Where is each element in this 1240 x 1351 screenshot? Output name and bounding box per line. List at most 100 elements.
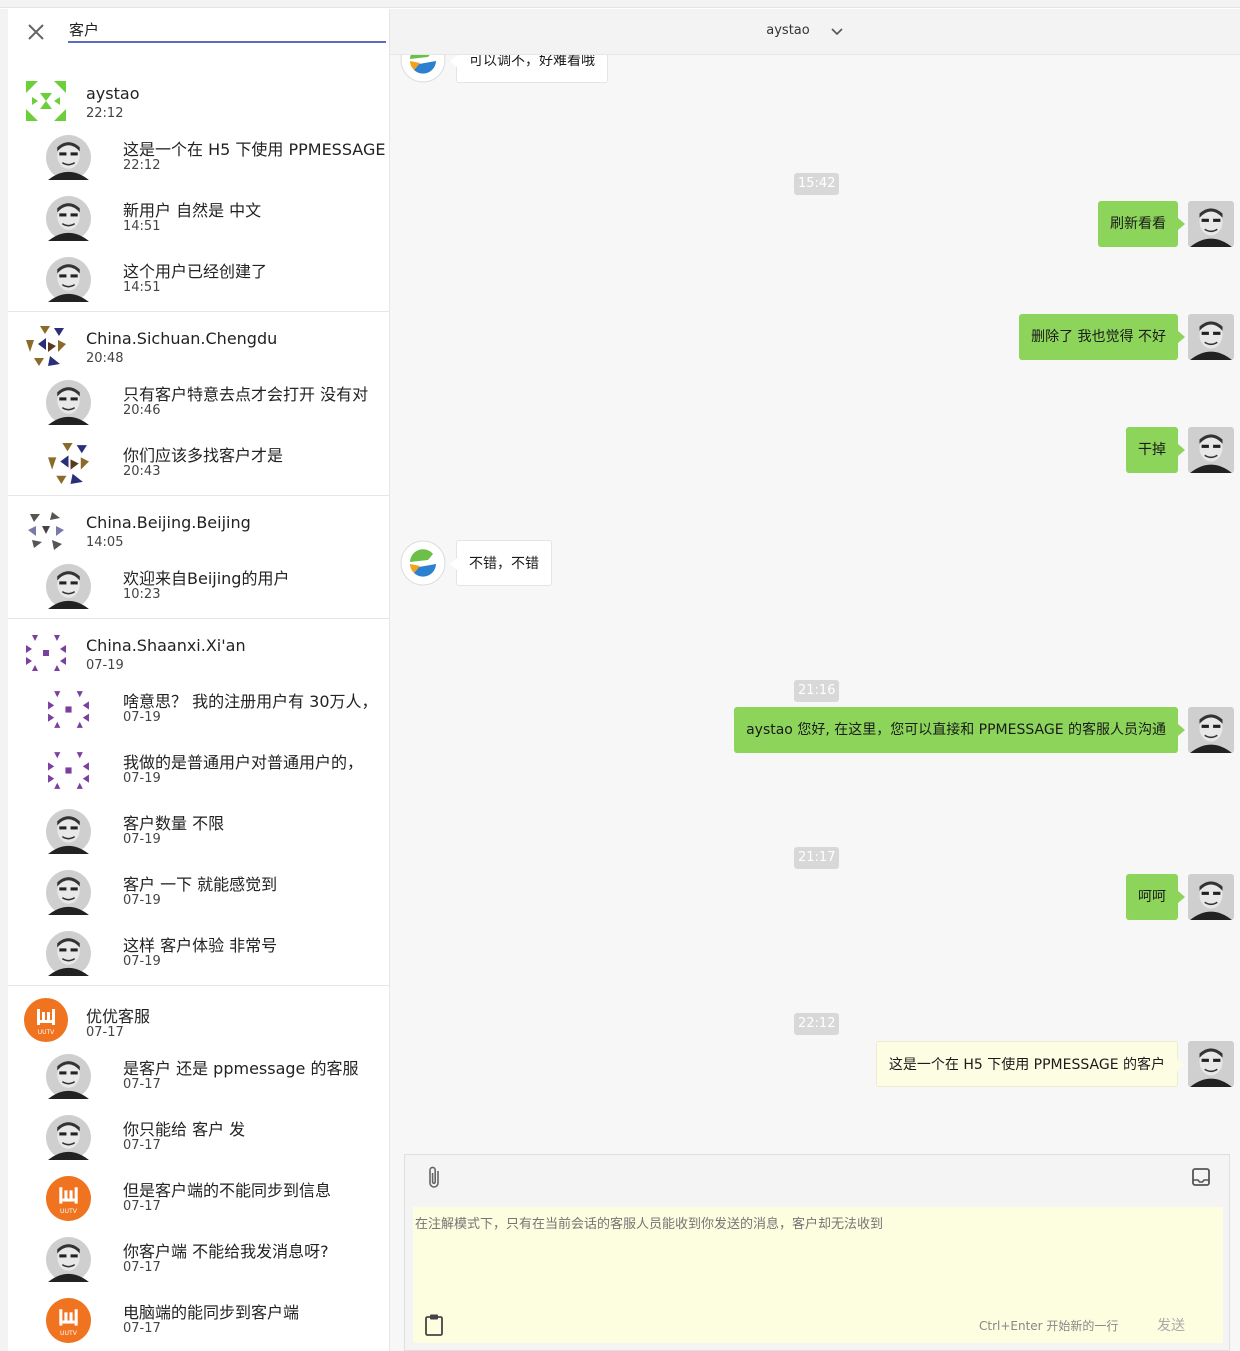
newline-hint: Ctrl+Enter 开始新的一行 [979,1319,1119,1333]
message-result[interactable]: 啥意思？ 我的注册用户有 30万人， 07-19 [8,680,389,741]
conversation-name: China.Beijing.Beijing [86,513,251,532]
clipboard-icon[interactable] [423,1313,445,1337]
search-input[interactable] [68,17,386,43]
avatar [46,1054,91,1099]
conversation-header[interactable]: UUTV 优优客服 07-17 [8,986,389,1047]
search-bar [8,9,389,55]
message-time: 14:51 [123,280,161,295]
message-input[interactable] [413,1207,1223,1303]
avatar [24,324,68,368]
conversation-header[interactable]: aystao 22:12 [8,67,389,128]
result-group: China.Shaanxi.Xi'an 07-19 啥意思？ 我的注册用户有 3… [8,619,389,986]
search-panel: aystao 22:12 这是一个在 H5 下使用 PPMESSAGE 的客户 … [8,9,390,1351]
message-time: 07-17 [123,1077,161,1092]
message-time: 07-17 [123,1138,161,1153]
avatar [24,508,68,552]
message-snippet: 新用户 自然是 中文 [123,201,262,220]
left-rail [0,9,8,1351]
message-time: 07-17 [123,1260,161,1275]
message-snippet: 啥意思？ 我的注册用户有 30万人， [123,692,378,711]
avatar [46,257,91,302]
composer-footer: Ctrl+Enter 开始新的一行 发送 [413,1303,1223,1343]
message-time: 07-17 [123,1321,161,1336]
avatar [46,135,91,180]
uutv-logo-text: UUTV [60,1208,78,1215]
result-group: aystao 22:12 这是一个在 H5 下使用 PPMESSAGE 的客户 … [8,67,389,312]
message-result[interactable]: 这是一个在 H5 下使用 PPMESSAGE 的客户 22:12 [8,128,389,189]
message-result[interactable]: 这样 客户体验 非常号 07-19 [8,924,389,985]
message-snippet: 你客户端 不能给我发消息呀? [123,1242,329,1261]
note-mode-icon[interactable] [1191,1167,1211,1187]
message-result[interactable]: 只有客户特意去点才会打开 没有对 20:46 [8,373,389,434]
my-avatar [1188,427,1234,473]
avatar: UUTV [46,1298,91,1343]
close-icon[interactable] [26,22,46,42]
message-time: 07-19 [123,893,161,908]
send-button[interactable]: 发送 [1157,1315,1185,1335]
message-time: 22:12 [123,158,161,173]
message-snippet: 这样 客户体验 非常号 [123,936,278,955]
message-result[interactable]: 客户数量 不限 07-19 [8,802,389,863]
avatar: UUTV [24,998,68,1042]
time-divider: 21:17 [794,847,840,869]
conversation-time: 14:05 [86,535,124,550]
my-message: 删除了 我也觉得 不好 [1019,314,1185,360]
avatar [46,564,91,609]
message-snippet: 只有客户特意去点才会打开 没有对 [123,385,369,404]
conversation-time: 20:48 [86,351,124,366]
message-snippet: 是客户 还是 ppmessage 的客服 [123,1059,359,1078]
customer-avatar [400,540,446,586]
message-result[interactable]: 你们应该多找客户才是 20:43 [8,434,389,495]
message-result[interactable]: 客户 一下 就能感觉到 07-19 [8,863,389,924]
time-divider: 15:42 [794,173,840,195]
avatar [46,687,91,732]
message-time: 20:46 [123,403,161,418]
message-result[interactable]: UUTV 电脑端的能同步到客户端 07-17 [8,1291,389,1351]
message-time: 14:51 [123,219,161,234]
top-bar [0,0,1240,8]
avatar [46,196,91,241]
message-snippet: 你只能给 客户 发 [123,1120,246,1139]
avatar [46,1237,91,1282]
conversation-header[interactable]: China.Beijing.Beijing 14:05 [8,496,389,557]
message-result[interactable]: 是客户 还是 ppmessage 的客服 07-17 [8,1047,389,1108]
message-result[interactable]: 这个用户已经创建了 14:51 [8,250,389,311]
avatar [46,380,91,425]
chat-panel: 可以调不，好难看哦 15:42 刷新看看 删除了 我也觉得 不好 干掉 不错，不… [390,9,1240,1351]
chat-title[interactable]: aystao [390,23,1186,38]
app: aystao 22:12 这是一个在 H5 下使用 PPMESSAGE 的客户 … [0,0,1240,1351]
chat-header: aystao [390,9,1240,55]
message-snippet: 这个用户已经创建了 [123,262,268,281]
search-results: aystao 22:12 这是一个在 H5 下使用 PPMESSAGE 的客户 … [8,67,389,1351]
message-time: 07-19 [123,832,161,847]
conversation-header[interactable]: China.Shaanxi.Xi'an 07-19 [8,619,389,680]
message-snippet: 但是客户端的不能同步到信息 [123,1181,332,1200]
my-message: aystao 您好, 在这里，您可以直接和 PPMESSAGE 的客服人员沟通 [734,707,1185,753]
message-snippet: 我做的是普通用户对普通用户的， [123,753,364,772]
paperclip-icon[interactable] [425,1165,445,1191]
message-time: 20:43 [123,464,161,479]
chevron-down-icon[interactable] [830,24,844,38]
my-avatar [1188,201,1234,247]
note-message: 这是一个在 H5 下使用 PPMESSAGE 的客户 [875,1041,1185,1087]
conversation-name: 优优客服 [86,1007,151,1026]
message-time: 10:23 [123,587,161,602]
avatar: UUTV [46,1176,91,1221]
message-result[interactable]: 你只能给 客户 发 07-17 [8,1108,389,1169]
conversation-name: China.Sichuan.Chengdu [86,329,278,348]
time-divider: 22:12 [794,1013,840,1035]
my-message: 干掉 [1126,427,1185,473]
message-result[interactable]: 欢迎来自Beijing的用户 10:23 [8,557,389,618]
message-result[interactable]: 我做的是普通用户对普通用户的， 07-19 [8,741,389,802]
time-divider: 21:16 [794,680,840,702]
conversation-time: 07-17 [86,1025,124,1040]
message-time: 07-17 [123,1199,161,1214]
conversation-header[interactable]: China.Sichuan.Chengdu 20:48 [8,312,389,373]
message-time: 07-19 [123,771,161,786]
message-result[interactable]: UUTV 但是客户端的不能同步到信息 07-17 [8,1169,389,1230]
my-message: 呵呵 [1126,874,1185,920]
message-result[interactable]: 新用户 自然是 中文 14:51 [8,189,389,250]
message-result[interactable]: 你客户端 不能给我发消息呀? 07-17 [8,1230,389,1291]
avatar [46,441,91,486]
customer-message: 不错，不错 [450,540,552,586]
